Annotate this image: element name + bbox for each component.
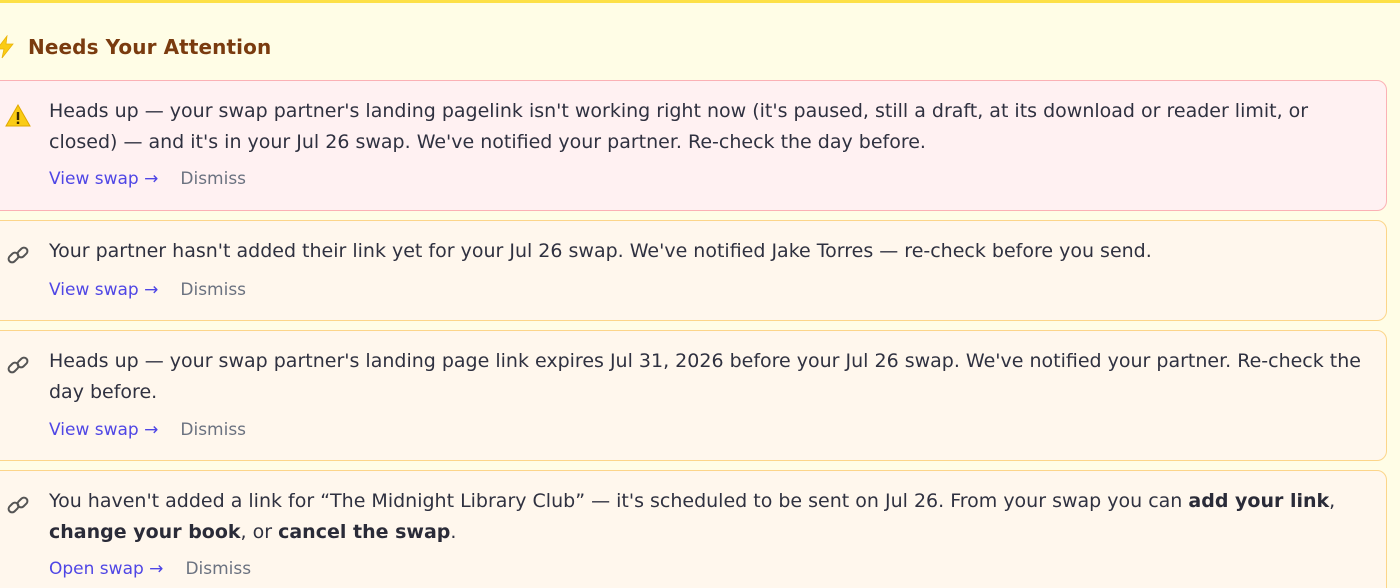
separator: ,: [1329, 490, 1336, 512]
attention-header: Needs Your Attention: [0, 33, 271, 61]
alert-message-lead: You haven't added a link for “The Midnig…: [49, 490, 1189, 512]
dismiss-button[interactable]: Dismiss: [180, 169, 246, 189]
alert-actions: View swap → Dismiss: [49, 169, 246, 189]
link-icon: [7, 356, 29, 374]
alert-card-your-link-missing: You haven't added a link for “The Midnig…: [0, 470, 1387, 588]
dismiss-button[interactable]: Dismiss: [185, 559, 251, 579]
separator: , or: [240, 521, 279, 543]
alert-actions: View swap → Dismiss: [49, 420, 246, 440]
lightning-bolt-icon: [0, 35, 14, 59]
alert-message: You haven't added a link for “The Midnig…: [49, 486, 1376, 548]
view-swap-link[interactable]: View swap →: [49, 280, 158, 300]
alert-actions: View swap → Dismiss: [49, 280, 246, 300]
dismiss-button[interactable]: Dismiss: [180, 420, 246, 440]
alert-message: Heads up — your swap partner's landing p…: [49, 350, 1361, 403]
alert-message: Heads up — your swap partner's landing p…: [49, 100, 1309, 153]
link-icon: [7, 246, 29, 264]
view-swap-link[interactable]: View swap →: [49, 420, 158, 440]
dismiss-button[interactable]: Dismiss: [180, 280, 246, 300]
change-your-book-text: change your book: [49, 521, 241, 543]
link-icon: [7, 496, 29, 514]
attention-title: Needs Your Attention: [28, 35, 272, 59]
alert-card-link-expires: Heads up — your swap partner's landing p…: [0, 330, 1387, 461]
alert-actions: Open swap → Dismiss: [49, 559, 251, 579]
sentence-end: .: [450, 521, 457, 543]
cancel-the-swap-text: cancel the swap: [278, 521, 451, 543]
warning-icon: [5, 103, 31, 127]
alert-card-partner-link-missing: Your partner hasn't added their link yet…: [0, 220, 1387, 321]
alert-message: Your partner hasn't added their link yet…: [49, 240, 1152, 262]
view-swap-link[interactable]: View swap →: [49, 169, 158, 189]
add-your-link-text: add your link: [1188, 490, 1330, 512]
attention-panel: Needs Your Attention Heads up — your swa…: [0, 0, 1400, 588]
alert-card-landing-page-broken: Heads up — your swap partner's landing p…: [0, 80, 1387, 211]
open-swap-link[interactable]: Open swap →: [49, 559, 163, 579]
